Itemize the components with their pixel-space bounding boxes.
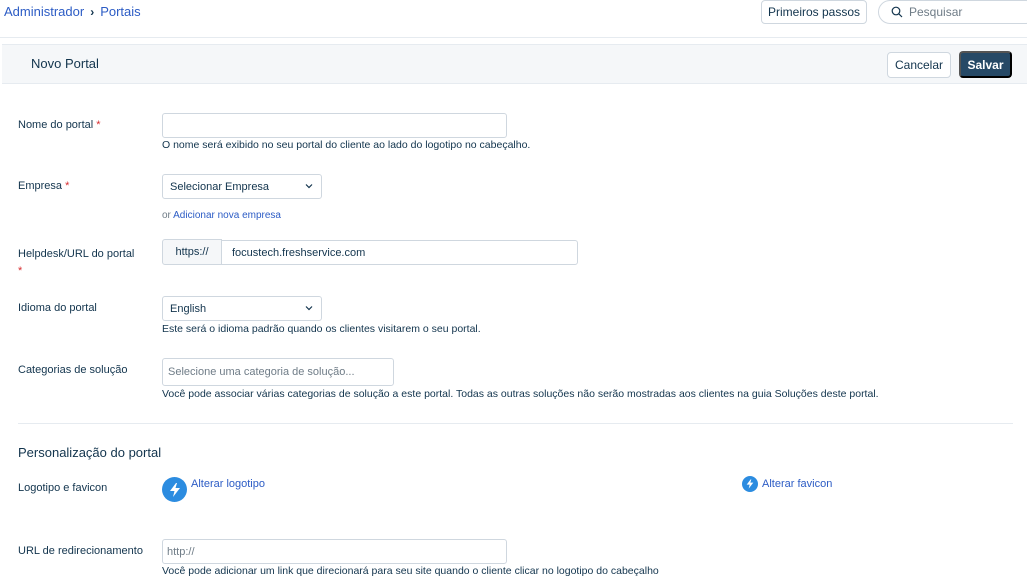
bolt-icon[interactable]: [162, 477, 187, 502]
portal-name-hint: O nome será exibido no seu portal do cli…: [162, 139, 531, 151]
change-favicon-link[interactable]: Alterar favicon: [762, 478, 832, 490]
redirect-url-hint: Você pode adicionar um link que direcion…: [162, 565, 659, 577]
chevron-right-icon: ›: [90, 4, 95, 19]
helpdesk-url-label: Helpdesk/URL do portal *: [18, 246, 148, 280]
bolt-glyph: [169, 482, 180, 497]
search-input[interactable]: Pesquisar: [909, 5, 962, 19]
search-box[interactable]: Pesquisar: [878, 0, 1027, 24]
chevron-down-icon: [305, 184, 313, 189]
url-prefix: https://: [162, 239, 222, 265]
change-logo-link[interactable]: Alterar logotipo: [191, 478, 265, 490]
cancel-button[interactable]: Cancelar: [887, 52, 951, 78]
company-select-value: Selecionar Empresa: [170, 180, 270, 193]
getting-started-button[interactable]: Primeiros passos: [761, 0, 867, 24]
logo-favicon-label: Logotipo e favicon: [18, 482, 108, 494]
company-select[interactable]: Selecionar Empresa: [162, 174, 322, 199]
required-mark: *: [18, 265, 23, 277]
page-title: Novo Portal: [31, 56, 99, 71]
search-icon: [891, 6, 903, 18]
helpdesk-url-label-text: Helpdesk/URL do portal: [18, 248, 135, 260]
breadcrumb: Administrador › Portais: [4, 4, 141, 19]
redirect-url-input[interactable]: http://: [162, 539, 507, 564]
bolt-icon[interactable]: [742, 476, 758, 492]
solution-categories-hint: Você pode associar várias categorias de …: [162, 388, 879, 400]
solution-categories-label: Categorias de solução: [18, 364, 128, 376]
portal-name-input[interactable]: [162, 113, 507, 138]
language-label: Idioma do portal: [18, 302, 97, 314]
redirect-url-label: URL de redirecionamento: [18, 545, 143, 557]
bolt-glyph: [746, 479, 754, 489]
section-divider: [18, 423, 1013, 424]
save-button[interactable]: Salvar: [959, 51, 1012, 78]
portal-name-label-text: Nome do portal: [18, 119, 94, 131]
chevron-down-icon: [305, 306, 313, 311]
language-hint: Este será o idioma padrão quando os clie…: [162, 323, 481, 335]
customization-title: Personalização do portal: [18, 445, 162, 460]
solution-categories-input[interactable]: Selecione uma categoria de solução...: [162, 358, 394, 386]
language-select[interactable]: English: [162, 296, 322, 321]
breadcrumb-admin-link[interactable]: Administrador: [4, 4, 84, 19]
company-label-text: Empresa: [18, 180, 63, 192]
helpdesk-url-input[interactable]: focustech.freshservice.com: [221, 240, 578, 265]
language-select-value: English: [170, 302, 207, 315]
breadcrumb-portals-link[interactable]: Portais: [100, 4, 140, 19]
add-company-link[interactable]: Adicionar nova empresa: [173, 210, 281, 221]
portal-name-label: Nome do portal *: [18, 119, 101, 131]
top-bar: Administrador › Portais Primeiros passos…: [0, 0, 1027, 38]
or-text: or: [162, 210, 171, 221]
required-mark: *: [96, 119, 101, 131]
add-company-link-row: or Adicionar nova empresa: [162, 210, 281, 221]
page-header: Novo Portal Cancelar Salvar: [2, 44, 1027, 84]
company-label: Empresa *: [18, 180, 69, 192]
required-mark: *: [65, 180, 70, 192]
